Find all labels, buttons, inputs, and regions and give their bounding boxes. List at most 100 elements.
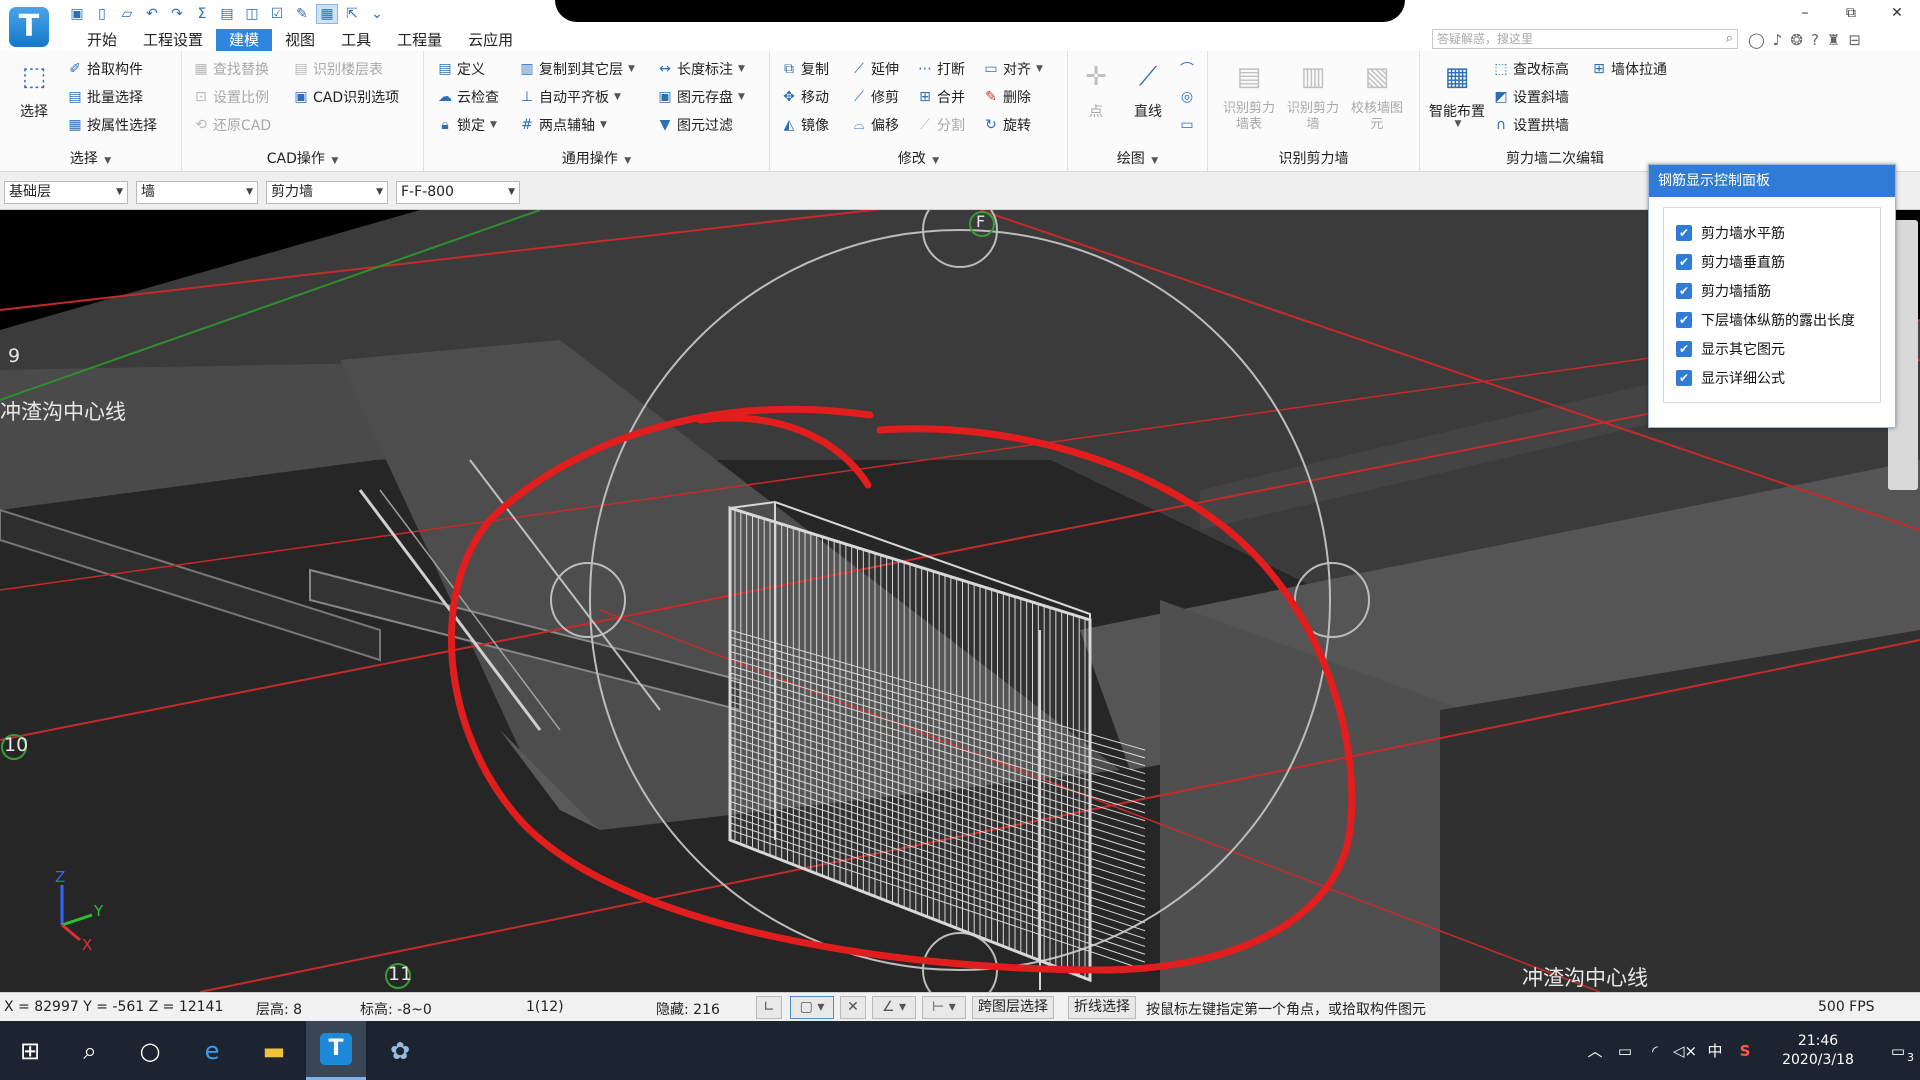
merge-button[interactable]: ⊞ 合并 <box>916 85 965 109</box>
option-show-detailed-formula[interactable]: ✔ 显示详细公式 <box>1664 363 1880 392</box>
search-icon[interactable]: ⌕ <box>1726 30 1733 48</box>
checkbox-checked-icon[interactable]: ✔ <box>1676 282 1692 299</box>
app-logo[interactable]: T <box>9 7 49 47</box>
check-elevation-button[interactable]: ⬚ 查改标高 <box>1492 57 1569 81</box>
set-scale-button[interactable]: ⊡ 设置比例 <box>192 85 269 109</box>
floor-select[interactable]: 基础层 ▼ <box>4 181 128 204</box>
type-select[interactable]: 剪力墙 ▼ <box>266 181 388 204</box>
delete-button[interactable]: ✎ 删除 <box>982 85 1031 109</box>
sum-icon[interactable]: Σ <box>191 4 213 24</box>
help-icon[interactable]: ? <box>1811 31 1819 49</box>
pen-icon[interactable]: ✎ <box>291 4 313 24</box>
line-button[interactable]: ⟋ 直线 <box>1120 57 1176 121</box>
general-group-label[interactable]: 通用操作 ▼ <box>424 148 769 168</box>
check-wall-elements-button[interactable]: ▧ 校核墙图元 <box>1346 57 1408 133</box>
set-arch-wall-button[interactable]: ∩ 设置拱墙 <box>1492 113 1569 137</box>
check-icon[interactable]: ☑ <box>266 4 288 24</box>
new-file-icon[interactable]: ▯ <box>91 4 113 24</box>
find-replace-button[interactable]: ▦ 查找替换 <box>192 57 269 81</box>
sogou-ime-icon[interactable]: S <box>1730 1042 1760 1060</box>
recognize-wall-button[interactable]: ▥ 识别剪力墙 <box>1284 57 1342 133</box>
mirror-button[interactable]: ◭ 镜像 <box>780 113 829 137</box>
tray-expand-icon[interactable]: ︿ <box>1580 1040 1610 1061</box>
length-dimension-button[interactable]: ↔ 长度标注 ▼ <box>656 57 745 81</box>
option-show-other-elements[interactable]: ✔ 显示其它图元 <box>1664 334 1880 363</box>
close-button[interactable]: ✕ <box>1874 0 1920 26</box>
checkbox-checked-icon[interactable]: ✔ <box>1676 311 1692 328</box>
notification-center-icon[interactable]: ▭ 3 <box>1876 1042 1920 1064</box>
tab-cloud[interactable]: 云应用 <box>455 29 526 51</box>
glodon-app-taskbar-icon[interactable]: T <box>306 1021 366 1080</box>
align-button[interactable]: ▭ 对齐 ▼ <box>982 57 1043 81</box>
user-icon[interactable]: ◯ <box>1748 31 1765 49</box>
export-icon[interactable]: ⇱ <box>341 4 363 24</box>
tab-tools[interactable]: 工具 <box>328 29 384 51</box>
cad-group-label[interactable]: CAD操作 ▼ <box>182 148 423 168</box>
restore-button[interactable]: ⧉ <box>1828 0 1874 26</box>
box-select-icon[interactable]: ▢ ▾ <box>790 996 834 1019</box>
wall-extend-button[interactable]: ⊞ 墙体拉通 <box>1590 57 1667 81</box>
split-button[interactable]: ⟋ 分割 <box>916 113 965 137</box>
grid-icon[interactable]: ▦ <box>316 4 338 24</box>
view-icon[interactable]: ◫ <box>241 4 263 24</box>
polyline-select-button[interactable]: 折线选择 <box>1068 996 1136 1019</box>
lock-button[interactable]: 🔒︎ 锁定 ▼ <box>436 113 497 137</box>
set-slanted-wall-button[interactable]: ◩ 设置斜墙 <box>1492 85 1569 109</box>
rotate-button[interactable]: ↻ 旋转 <box>982 113 1031 137</box>
recognize-floor-table-button[interactable]: ▤ 识别楼层表 <box>292 57 383 81</box>
trim-button[interactable]: ⟋ 修剪 <box>850 85 899 109</box>
auto-level-slab-button[interactable]: ⊥ 自动平齐板 ▼ <box>518 85 621 109</box>
cloud-check-button[interactable]: ☁ 云检查 <box>436 85 499 109</box>
extend-button[interactable]: ⟋ 延伸 <box>850 57 899 81</box>
undo-icon[interactable]: ↶ <box>141 4 163 24</box>
recognize-wall-table-button[interactable]: ▤ 识别剪力墙表 <box>1218 57 1280 133</box>
select-by-property-button[interactable]: ▦ 按属性选择 <box>66 113 157 137</box>
select-group-label[interactable]: 选择 ▼ <box>0 148 181 168</box>
clock[interactable]: 21:46 2020/3/18 <box>1770 1032 1866 1070</box>
share-icon[interactable]: ⊟ <box>1848 31 1861 49</box>
batch-select-button[interactable]: ▤ 批量选择 <box>66 85 143 109</box>
break-button[interactable]: ⋯ 打断 <box>916 57 965 81</box>
rebar-panel-title[interactable]: 钢筋显示控制面板 <box>1649 165 1895 197</box>
two-point-axis-button[interactable]: # 两点辅轴 ▼ <box>518 113 607 137</box>
shirt-icon[interactable]: ♜ <box>1827 31 1840 49</box>
arc-tool-button[interactable]: ⌒ <box>1178 57 1196 81</box>
save-icon[interactable]: ▣ <box>66 4 88 24</box>
save-elements-button[interactable]: ▣ 图元存盘 ▼ <box>656 85 745 109</box>
wifi-icon[interactable]: ◜ <box>1640 1042 1670 1060</box>
define-button[interactable]: ▤ 定义 <box>436 57 485 81</box>
minimize-button[interactable]: – <box>1782 0 1828 26</box>
checkbox-checked-icon[interactable]: ✔ <box>1676 224 1692 241</box>
option-lower-wall-exposed-length[interactable]: ✔ 下层墙体纵筋的露出长度 <box>1664 305 1880 334</box>
point-button[interactable]: ✛ 点 <box>1068 57 1124 121</box>
copy-button[interactable]: ⧉ 复制 <box>780 57 829 81</box>
cad-recognize-options-button[interactable]: ▣ CAD识别选项 <box>292 85 399 109</box>
select-button[interactable]: ⬚ 选择 <box>6 57 62 121</box>
open-folder-icon[interactable]: ▱ <box>116 4 138 24</box>
search-input[interactable]: 答疑解惑，搜这里 ⌕ <box>1432 29 1738 49</box>
snap-off-icon[interactable]: ✕ <box>840 996 866 1019</box>
restore-cad-button[interactable]: ⟲ 还原CAD <box>192 113 271 137</box>
edge-browser-icon[interactable]: e <box>182 1021 242 1080</box>
redo-icon[interactable]: ↷ <box>166 4 188 24</box>
ime-indicator[interactable]: 中 <box>1700 1040 1730 1061</box>
file-explorer-icon[interactable]: ▬ <box>244 1021 304 1080</box>
component-select[interactable]: F-F-800 ▼ <box>396 181 520 204</box>
modify-group-label[interactable]: 修改 ▼ <box>770 148 1067 168</box>
category-select[interactable]: 墙 ▼ <box>136 181 258 204</box>
search-icon[interactable]: ⌕ <box>60 1021 120 1080</box>
task-view-icon[interactable]: ○ <box>120 1021 180 1080</box>
circle-tool-button[interactable]: ◎ <box>1178 85 1196 109</box>
rect-tool-button[interactable]: ▭ <box>1178 113 1196 137</box>
checkbox-checked-icon[interactable]: ✔ <box>1676 369 1692 386</box>
ortho-icon[interactable]: ∟ <box>756 996 782 1019</box>
tab-modeling[interactable]: 建模 <box>216 29 273 51</box>
draw-group-label[interactable]: 绘图 ▼ <box>1068 148 1207 168</box>
offset-snap-icon[interactable]: ⊢ ▾ <box>922 996 966 1019</box>
tab-start[interactable]: 开始 <box>74 29 130 51</box>
windows-start-icon[interactable]: ⊞ <box>0 1021 60 1080</box>
3d-scene[interactable]: Z Y X <box>0 210 1920 992</box>
element-filter-button[interactable]: ▼ 图元过滤 <box>656 113 733 137</box>
3d-viewport[interactable]: Z Y X 冲渣沟中心线 冲渣沟中心线 9 10 11 F <box>0 210 1920 992</box>
angle-icon[interactable]: ∠ ▾ <box>872 996 916 1019</box>
